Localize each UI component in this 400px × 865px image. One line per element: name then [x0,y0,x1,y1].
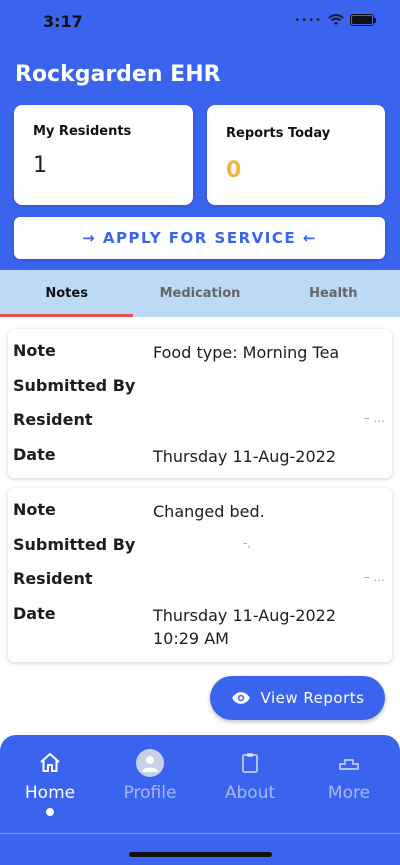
note-card[interactable]: Note Changed bed. Submitted By -, Reside… [8,488,392,662]
signal-icon: •••• [294,14,322,26]
app-title: Rockgarden EHR [15,62,221,87]
more-icon [335,749,363,777]
nav-profile-label: Profile [123,783,177,803]
avatar-icon [136,749,164,777]
tab-medication[interactable]: Medication [133,270,266,317]
resident-value: – ... [363,570,385,584]
resident-row: Resident – ... [13,406,387,441]
nav-home-label: Home [24,783,76,803]
submitted-by-row: Submitted By [13,372,387,407]
resident-label: Resident [13,410,93,429]
clipboard-icon [236,749,264,777]
tab-notes[interactable]: Notes [0,270,134,317]
submitted-by-value [153,372,387,376]
apply-for-service-button[interactable]: → APPLY FOR SERVICE ← [14,217,385,259]
submitted-by-label: Submitted By [13,375,136,395]
active-indicator [46,808,54,816]
note-row: Note Changed bed. [13,496,387,531]
submitted-by-row: Submitted By -, [13,531,387,566]
my-residents-label: My Residents [33,124,132,139]
my-residents-card[interactable]: My Residents 1 [14,105,193,205]
reports-today-value: 0 [226,158,242,183]
resident-value: – ... [363,411,385,425]
status-icons: •••• [294,14,376,26]
date-label: Date [13,603,56,623]
nav-profile[interactable]: Profile [105,749,195,803]
date-value: Thursday 11-Aug-2022 10:29 AM [153,605,336,648]
home-indicator [129,852,272,857]
battery-icon [350,14,376,26]
view-reports-button[interactable]: View Reports [210,676,385,720]
resident-row: Resident – ... [13,565,387,600]
nav-divider [0,833,400,834]
note-value: Changed bed. [153,502,265,521]
home-icon [36,749,64,777]
status-time: 3:17 [43,12,83,31]
note-row: Note Food type: Morning Tea [13,337,387,372]
submitted-by-label: Submitted By [13,534,136,554]
wifi-icon [328,14,344,25]
resident-label: Resident [13,569,93,588]
note-label: Note [13,500,56,519]
nav-home[interactable]: Home [5,749,95,816]
header: 3:17 •••• Rockgarden EHR My Residents 1 … [0,0,400,270]
eye-icon [231,692,250,704]
submitted-by-value: -, [243,535,252,550]
note-label: Note [13,341,56,360]
nav-more[interactable]: More [304,749,394,803]
my-residents-value: 1 [33,153,47,178]
bottom-nav: Home Profile About More [0,735,400,865]
nav-about-label: About [224,783,276,803]
reports-today-label: Reports Today [226,126,331,141]
tab-bar: Notes Medication Health [0,270,400,317]
nav-about[interactable]: About [205,749,295,803]
reports-today-card[interactable]: Reports Today 0 [207,105,385,205]
view-reports-label: View Reports [260,689,365,707]
date-row: Date Thursday 11-Aug-2022 [13,441,387,476]
date-value: Thursday 11-Aug-2022 [153,446,336,466]
date-row: Date Thursday 11-Aug-2022 10:29 AM [13,600,387,650]
tab-health[interactable]: Health [267,270,400,317]
date-label: Date [13,444,56,464]
nav-more-label: More [327,783,371,803]
note-value: Food type: Morning Tea [153,343,340,362]
note-card[interactable]: Note Food type: Morning Tea Submitted By… [8,329,392,478]
